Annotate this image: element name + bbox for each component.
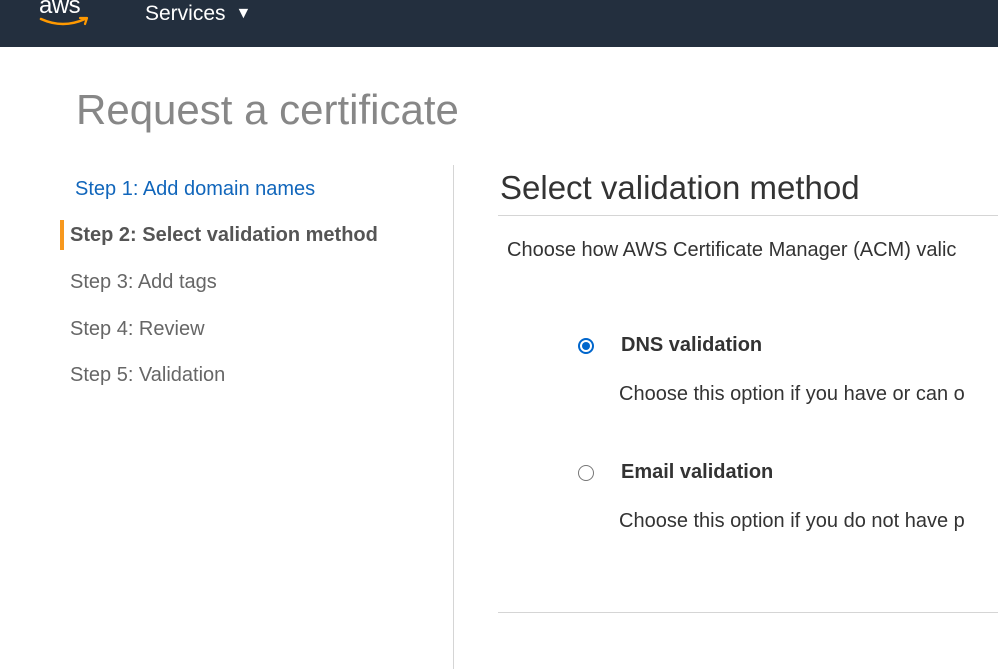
active-step-indicator: [60, 220, 64, 250]
dns-validation-description: Choose this option if you have or can o: [619, 383, 965, 405]
aws-smile-icon: [39, 16, 89, 26]
step-1-link[interactable]: Step 1: Add domain names: [75, 174, 315, 204]
section-title: Select validation method: [500, 169, 860, 206]
section-description: Choose how AWS Certificate Manager (ACM)…: [507, 239, 957, 261]
top-navigation-bar: aws Services ▼: [0, 0, 998, 47]
step-2-current: Step 2: Select validation method: [70, 224, 378, 246]
step-4: Step 4: Review: [70, 318, 205, 340]
email-validation-label[interactable]: Email validation: [621, 459, 773, 485]
vertical-divider: [453, 165, 454, 669]
email-validation-radio[interactable]: [578, 465, 594, 481]
dns-validation-radio[interactable]: [578, 338, 594, 354]
services-menu-button[interactable]: Services ▼: [145, 2, 252, 25]
services-label: Services: [145, 2, 226, 25]
page-title: Request a certificate: [76, 86, 459, 133]
step-3: Step 3: Add tags: [70, 271, 217, 293]
section-divider-top: [498, 215, 998, 216]
section-divider-bottom: [498, 612, 998, 613]
email-validation-description: Choose this option if you do not have p: [619, 510, 965, 532]
dns-validation-label[interactable]: DNS validation: [621, 332, 762, 358]
step-5: Step 5: Validation: [70, 364, 226, 386]
aws-logo[interactable]: aws: [39, 0, 95, 34]
caret-down-icon: ▼: [235, 5, 252, 22]
